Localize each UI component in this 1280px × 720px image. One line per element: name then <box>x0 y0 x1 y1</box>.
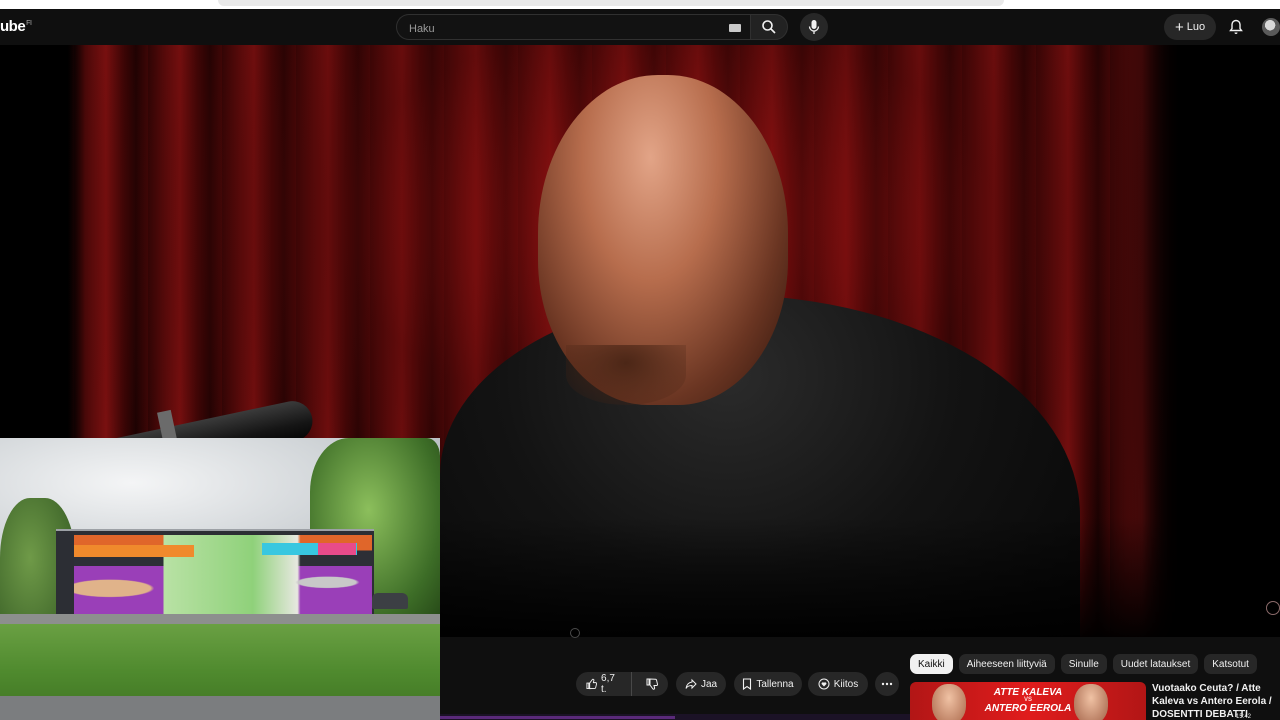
share-button[interactable]: Jaa <box>676 672 726 696</box>
bookmark-icon <box>743 678 752 690</box>
create-button[interactable]: + Luo <box>1164 14 1216 40</box>
chip-for-you[interactable]: Sinulle <box>1060 654 1107 674</box>
thumbs-up-icon <box>586 678 598 690</box>
browser-tab-line <box>218 0 1004 6</box>
save-button[interactable]: Tallenna <box>734 672 802 696</box>
thanks-button[interactable]: Kiitos <box>808 672 868 696</box>
youtube-logo[interactable]: ubeFI <box>0 18 32 35</box>
search-icon <box>762 20 776 34</box>
photo-car <box>372 593 408 609</box>
video-progress-bar[interactable] <box>440 714 910 720</box>
like-count: 6,7 t. <box>601 673 615 695</box>
notifications-button[interactable] <box>1226 17 1246 37</box>
microphone-icon <box>808 20 820 34</box>
recommended-thumbnail[interactable]: ATTE KALEVA VS ANTERO EEROLA <box>910 682 1146 720</box>
chip-related[interactable]: Aiheeseen liittyviä <box>958 654 1055 674</box>
graffiti-lettering-orange <box>74 545 194 557</box>
bell-icon <box>1229 19 1243 34</box>
chip-watched[interactable]: Katsotut <box>1204 654 1257 674</box>
photo-grass <box>0 624 440 704</box>
search-input[interactable] <box>407 19 721 39</box>
masthead: ubeFI + Luo <box>0 9 1280 45</box>
thumbnail-text-bottom: ANTERO EEROLA <box>984 703 1072 714</box>
channel-watermark-icon[interactable] <box>1266 601 1280 615</box>
recommended-duration: 15:42 <box>1236 714 1252 720</box>
chip-recent-uploads[interactable]: Uudet lataukset <box>1112 654 1199 674</box>
create-label: Luo <box>1186 21 1206 33</box>
filter-chips: Kaikki Aiheeseen liittyviä Sinulle Uudet… <box>910 654 1257 674</box>
logo-country-code: FI <box>26 20 32 27</box>
graffiti-lettering-pink <box>318 543 356 555</box>
logo-text: ube <box>0 18 26 35</box>
player-scrubber-handle[interactable] <box>570 628 580 638</box>
recommended-video[interactable]: ATTE KALEVA VS ANTERO EEROLA Vuotaako Ce… <box>910 682 1280 720</box>
account-avatar[interactable] <box>1262 18 1280 36</box>
like-button[interactable]: 6,7 t. <box>576 672 633 696</box>
photo-path <box>0 696 440 720</box>
recommended-title[interactable]: Vuotaako Ceuta? / Atte Kaleva vs Antero … <box>1152 682 1280 720</box>
chip-kaikki[interactable]: Kaikki <box>910 654 953 674</box>
save-label: Tallenna <box>756 678 794 690</box>
speaker-beard <box>566 345 686 405</box>
thumbs-down-icon <box>646 678 659 690</box>
like-dislike-group: 6,7 t. <box>576 672 668 696</box>
search-box <box>396 14 750 40</box>
picture-in-picture-photo <box>0 438 440 720</box>
more-actions-button[interactable] <box>875 672 899 696</box>
share-label: Jaa <box>700 678 718 690</box>
browser-top-strip <box>0 0 1280 9</box>
thanks-label: Kiitos <box>833 678 859 690</box>
plus-icon: + <box>1174 18 1184 36</box>
keyboard-icon[interactable] <box>729 24 741 32</box>
voice-search-button[interactable] <box>800 13 828 41</box>
thanks-heart-icon <box>818 678 830 690</box>
video-progress-fill <box>440 716 675 719</box>
more-horizontal-icon <box>881 682 893 686</box>
share-icon <box>685 678 697 690</box>
search-button[interactable] <box>750 14 788 40</box>
dislike-button[interactable] <box>636 672 668 696</box>
